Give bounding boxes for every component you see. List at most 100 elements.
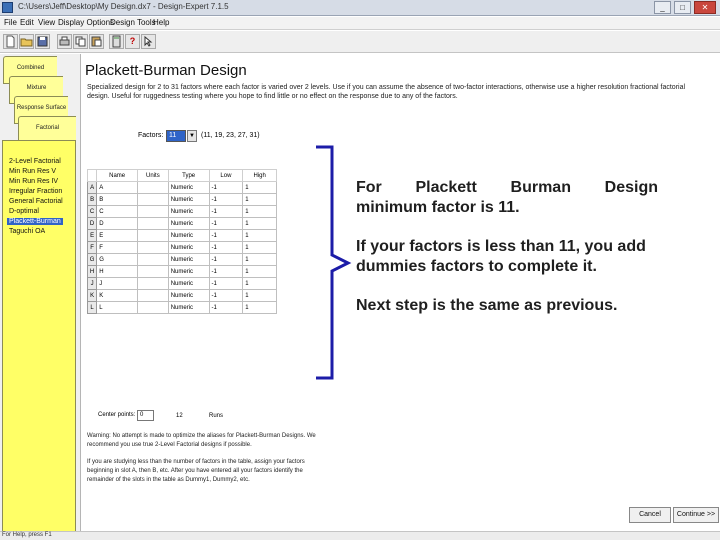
copy-icon[interactable] [73, 34, 88, 49]
factor-high-cell[interactable]: 1 [242, 253, 277, 266]
menu-display-options[interactable]: Display Options [58, 18, 114, 27]
design-description: Specialized design for 2 to 31 factors w… [87, 84, 686, 100]
factor-name-cell[interactable]: B [96, 193, 139, 206]
nav-item-d-optimal[interactable]: D-optimal [9, 208, 39, 215]
menu-file[interactable]: File [4, 18, 17, 27]
factor-type-cell[interactable]: Numeric [167, 181, 210, 194]
menu-view[interactable]: View [38, 18, 55, 27]
save-icon[interactable] [35, 34, 50, 49]
row-key[interactable]: A [86, 181, 98, 194]
factors-dropdown[interactable]: 11 [166, 130, 186, 142]
row-key[interactable]: B [86, 193, 98, 206]
paste-icon[interactable] [89, 34, 104, 49]
help-icon[interactable]: ? [125, 34, 140, 49]
annotation-line: For Plackett Burman Design [356, 179, 658, 196]
factor-type-cell[interactable]: Numeric [167, 289, 210, 302]
print-icon[interactable] [57, 34, 72, 49]
factor-low-cell[interactable]: -1 [208, 193, 244, 206]
factor-name-cell[interactable]: C [96, 205, 139, 218]
row-key[interactable]: F [86, 241, 98, 254]
factor-type-cell[interactable]: Numeric [167, 253, 210, 266]
menu-edit[interactable]: Edit [20, 18, 34, 27]
factor-low-cell[interactable]: -1 [208, 277, 244, 290]
factor-high-cell[interactable]: 1 [242, 265, 277, 278]
nav-item-general-factorial[interactable]: General Factorial [9, 198, 63, 205]
factor-units-cell[interactable] [137, 193, 169, 206]
factors-label: Factors: [138, 132, 164, 139]
close-button[interactable]: ✕ [694, 1, 716, 14]
factor-name-cell[interactable]: K [96, 289, 139, 302]
new-file-icon[interactable] [3, 34, 18, 49]
factor-type-cell[interactable]: Numeric [167, 301, 210, 314]
factor-name-cell[interactable]: F [96, 241, 139, 254]
factor-high-cell[interactable]: 1 [242, 217, 277, 230]
row-key[interactable]: G [86, 253, 98, 266]
factor-units-cell[interactable] [137, 181, 169, 194]
factor-name-cell[interactable]: D [96, 217, 139, 230]
factor-units-cell[interactable] [137, 253, 169, 266]
center-points-input[interactable]: 0 [137, 410, 154, 421]
factor-low-cell[interactable]: -1 [208, 265, 244, 278]
factor-high-cell[interactable]: 1 [242, 193, 277, 206]
nav-item-irregular-fraction[interactable]: Irregular Fraction [9, 188, 62, 195]
minimize-button[interactable]: _ [654, 1, 671, 14]
nav-item-min-run-res-iv[interactable]: Min Run Res IV [9, 178, 58, 185]
row-key[interactable]: E [86, 229, 98, 242]
nav-item-min-run-res-v[interactable]: Min Run Res V [9, 168, 56, 175]
row-key[interactable]: H [86, 265, 98, 278]
chevron-down-icon[interactable]: ▼ [187, 130, 197, 142]
factor-type-cell[interactable]: Numeric [167, 205, 210, 218]
factor-name-cell[interactable]: G [96, 253, 139, 266]
factor-name-cell[interactable]: J [96, 277, 139, 290]
factor-type-cell[interactable]: Numeric [167, 265, 210, 278]
factor-name-cell[interactable]: L [96, 301, 139, 314]
factor-name-cell[interactable]: E [96, 229, 139, 242]
factor-type-cell[interactable]: Numeric [167, 193, 210, 206]
factor-low-cell[interactable]: -1 [208, 229, 244, 242]
maximize-button[interactable]: □ [674, 1, 691, 14]
context-help-icon[interactable] [141, 34, 156, 49]
factor-type-cell[interactable]: Numeric [167, 229, 210, 242]
nav-item-2-level-factorial[interactable]: 2-Level Factorial [9, 158, 61, 165]
row-key[interactable]: C [86, 205, 98, 218]
factor-low-cell[interactable]: -1 [208, 205, 244, 218]
factor-low-cell[interactable]: -1 [208, 253, 244, 266]
factor-high-cell[interactable]: 1 [242, 229, 277, 242]
factor-low-cell[interactable]: -1 [208, 217, 244, 230]
factor-high-cell[interactable]: 1 [242, 301, 277, 314]
factor-high-cell[interactable]: 1 [242, 277, 277, 290]
factor-type-cell[interactable]: Numeric [167, 241, 210, 254]
factor-low-cell[interactable]: -1 [208, 181, 244, 194]
factor-low-cell[interactable]: -1 [208, 241, 244, 254]
factor-type-cell[interactable]: Numeric [167, 277, 210, 290]
factor-units-cell[interactable] [137, 289, 169, 302]
factor-units-cell[interactable] [137, 277, 169, 290]
row-key[interactable]: J [86, 277, 98, 290]
calculator-icon[interactable] [109, 34, 124, 49]
factor-low-cell[interactable]: -1 [208, 289, 244, 302]
nav-item-plackett-burman[interactable]: Plackett-Burman [7, 218, 63, 225]
cancel-button[interactable]: Cancel [629, 507, 671, 523]
row-key[interactable]: L [86, 301, 98, 314]
factor-high-cell[interactable]: 1 [242, 181, 277, 194]
factor-units-cell[interactable] [137, 229, 169, 242]
factor-name-cell[interactable]: A [96, 181, 139, 194]
nav-item-taguchi-oa[interactable]: Taguchi OA [9, 228, 45, 235]
factor-units-cell[interactable] [137, 241, 169, 254]
factor-high-cell[interactable]: 1 [242, 289, 277, 302]
factor-low-cell[interactable]: -1 [208, 301, 244, 314]
factor-units-cell[interactable] [137, 265, 169, 278]
open-folder-icon[interactable] [19, 34, 34, 49]
menu-design-tools[interactable]: Design Tools [110, 18, 156, 27]
factor-units-cell[interactable] [137, 205, 169, 218]
factor-high-cell[interactable]: 1 [242, 205, 277, 218]
row-key[interactable]: K [86, 289, 98, 302]
factor-high-cell[interactable]: 1 [242, 241, 277, 254]
factor-units-cell[interactable] [137, 217, 169, 230]
factor-name-cell[interactable]: H [96, 265, 139, 278]
menu-help[interactable]: Help [153, 18, 169, 27]
continue-button[interactable]: Continue >> [673, 507, 719, 523]
row-key[interactable]: D [86, 217, 98, 230]
factor-units-cell[interactable] [137, 301, 169, 314]
factor-type-cell[interactable]: Numeric [167, 217, 210, 230]
